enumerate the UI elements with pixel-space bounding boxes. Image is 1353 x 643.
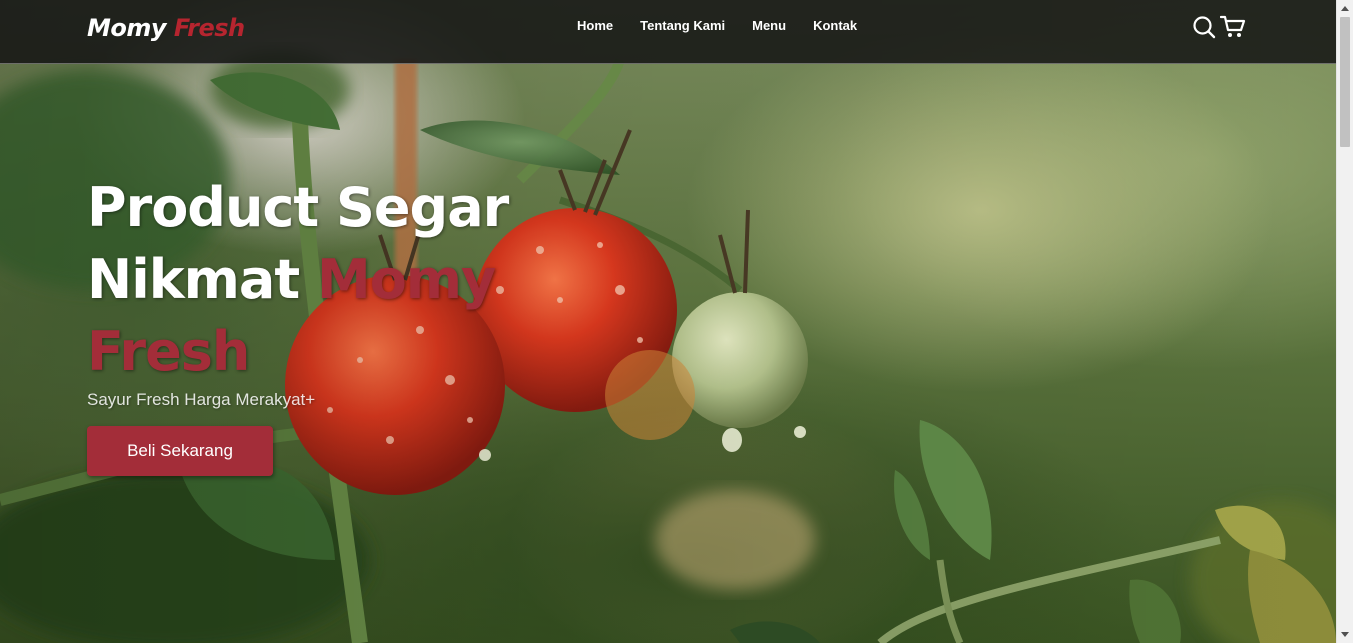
hero-title-line2-main: Nikmat	[87, 248, 300, 311]
nav-link-kontak[interactable]: Kontak	[813, 18, 857, 33]
navbar: Momy Fresh Home Tentang Kami Menu Kontak	[0, 0, 1336, 64]
nav-link-menu[interactable]: Menu	[752, 18, 786, 33]
hero-title-line1: Product Segar	[87, 176, 509, 239]
hero-title-line2-accent: Momy	[316, 248, 496, 311]
logo-text-accent: Fresh	[173, 14, 245, 42]
hero-content: Product Segar Nikmat Momy Fresh Sayur Fr…	[87, 172, 607, 476]
logo-text-main: Momy	[87, 14, 167, 42]
scroll-down-arrow-icon[interactable]	[1341, 632, 1349, 637]
nav-link-home[interactable]: Home	[577, 18, 613, 33]
beli-sekarang-button[interactable]: Beli Sekarang	[87, 426, 273, 476]
search-icon[interactable]	[1192, 15, 1216, 39]
hero-title-line3-accent: Fresh	[87, 320, 250, 383]
hero-title: Product Segar Nikmat Momy Fresh	[87, 172, 607, 388]
shopping-cart-icon[interactable]	[1219, 15, 1246, 39]
hero-subtitle: Sayur Fresh Harga Merakyat+	[87, 390, 316, 409]
vertical-scrollbar[interactable]	[1336, 0, 1353, 643]
brand-logo[interactable]: Momy Fresh	[87, 14, 245, 42]
nav-links: Home Tentang Kami Menu Kontak	[577, 18, 884, 33]
nav-icons	[1192, 15, 1246, 39]
scroll-up-arrow-icon[interactable]	[1341, 6, 1349, 11]
nav-link-tentang-kami[interactable]: Tentang Kami	[640, 18, 725, 33]
scrollbar-thumb[interactable]	[1340, 17, 1350, 147]
